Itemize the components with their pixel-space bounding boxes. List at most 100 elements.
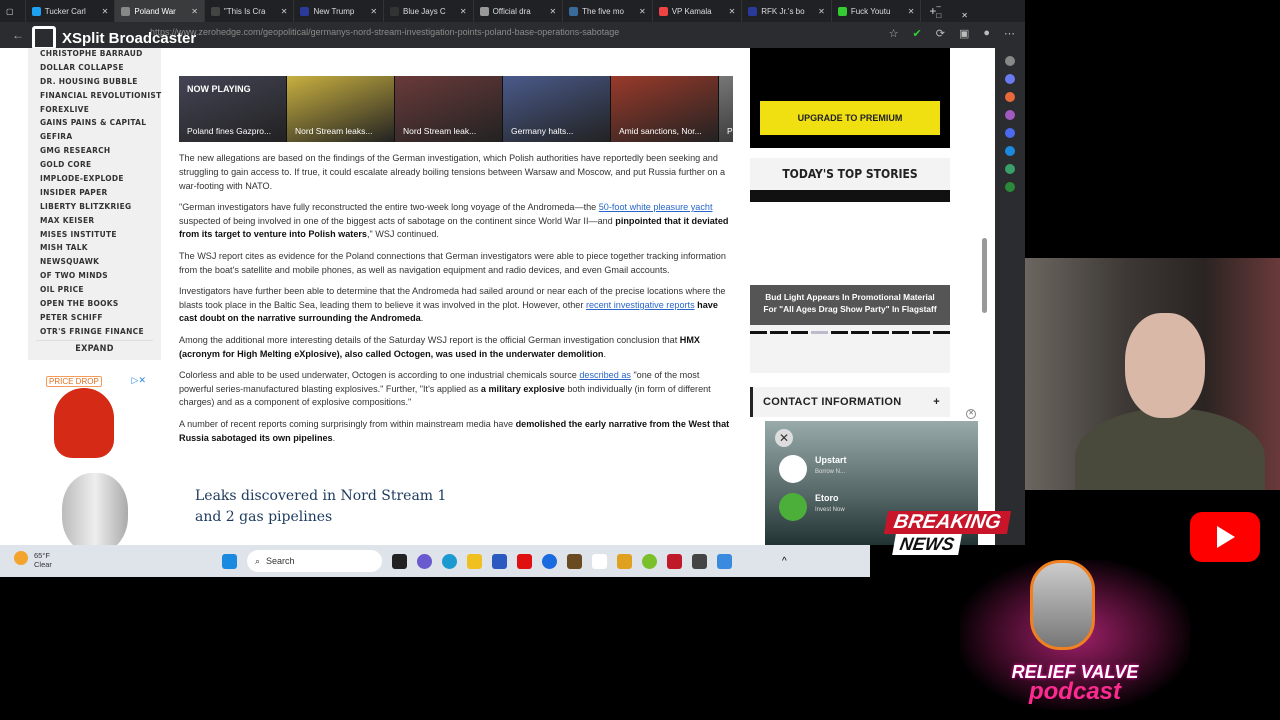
yacht-link[interactable]: 50-foot white pleasure yacht bbox=[599, 202, 713, 212]
edge-icon[interactable] bbox=[442, 553, 457, 569]
w-app-icon[interactable] bbox=[642, 553, 657, 569]
popup-dismiss-icon[interactable]: ✕ bbox=[966, 409, 976, 419]
close-tab-icon[interactable]: ✕ bbox=[370, 7, 377, 16]
back-icon[interactable]: ← bbox=[12, 28, 24, 42]
slide-dot[interactable] bbox=[892, 331, 910, 334]
slide-dot[interactable] bbox=[790, 331, 808, 334]
xsplit-icon[interactable] bbox=[717, 553, 732, 569]
collections-icon[interactable]: ▣ bbox=[959, 27, 969, 40]
video-thumbnail[interactable]: Po bbox=[719, 76, 733, 142]
close-tab-icon[interactable]: ✕ bbox=[729, 7, 736, 16]
sidebar-link[interactable]: OF TWO MINDS bbox=[28, 270, 161, 284]
expand-icon[interactable]: + bbox=[933, 396, 940, 408]
sidebar-link[interactable]: MISES INSTITUTE bbox=[28, 229, 161, 243]
video-thumbnail[interactable]: Nord Stream leak... bbox=[395, 76, 502, 142]
refresh-icon[interactable]: ⟳ bbox=[936, 27, 945, 40]
upgrade-button[interactable]: UPGRADE TO PREMIUM bbox=[760, 101, 940, 135]
sidebar-link[interactable]: OPEN THE BOOKS bbox=[28, 298, 161, 312]
new-tab-icon[interactable]: + bbox=[929, 4, 936, 18]
ups-icon[interactable] bbox=[567, 553, 582, 569]
popup-item[interactable]: Upstart Borrow N... bbox=[815, 455, 847, 475]
outlook-icon[interactable] bbox=[1005, 146, 1015, 156]
sidebar-link[interactable]: OTR'S FRINGE FINANCE bbox=[28, 326, 161, 340]
browser-tab[interactable]: Official dra ✕ bbox=[474, 0, 564, 22]
browser-tab[interactable]: The five mo ✕ bbox=[563, 0, 653, 22]
story-slide[interactable]: Bud Light Appears In Promotional Materia… bbox=[750, 190, 950, 325]
sidebar-link[interactable]: GAINS PAINS & CAPITAL bbox=[28, 117, 161, 131]
tree-icon[interactable] bbox=[1005, 182, 1015, 192]
scrollbar[interactable] bbox=[982, 238, 987, 313]
facebook-icon[interactable] bbox=[542, 553, 557, 569]
start-icon[interactable] bbox=[222, 553, 237, 569]
taskbar-search[interactable]: ⌕ Search bbox=[247, 550, 382, 572]
close-tab-icon[interactable]: ✕ bbox=[460, 7, 467, 16]
close-tab-icon[interactable]: ✕ bbox=[818, 7, 825, 16]
mcafee-icon[interactable] bbox=[667, 553, 682, 569]
more-icon[interactable]: ⋯ bbox=[1004, 27, 1015, 40]
slide-dot[interactable] bbox=[851, 331, 869, 334]
video-thumbnail[interactable]: Nord Stream leaks... bbox=[287, 76, 394, 142]
sidebar-link[interactable]: PETER SCHIFF bbox=[28, 312, 161, 326]
contact-information[interactable]: CONTACT INFORMATION + bbox=[750, 387, 950, 417]
browser-tab[interactable]: VP Kamala ✕ bbox=[653, 0, 743, 22]
sidebar-link[interactable]: CHRISTOPHE BARRAUD bbox=[28, 48, 161, 62]
discover-icon[interactable] bbox=[1005, 74, 1015, 84]
video-carousel[interactable]: NOW PLAYING Poland fines Gazpro... Nord St… bbox=[179, 76, 733, 142]
close-tab-icon[interactable]: ✕ bbox=[281, 7, 288, 16]
extension-icon[interactable]: ✔ bbox=[913, 27, 922, 40]
browser-tab[interactable]: Poland War ✕ bbox=[115, 0, 205, 22]
browser-tab[interactable]: Blue Jays C ✕ bbox=[384, 0, 474, 22]
games-icon[interactable] bbox=[1005, 110, 1015, 120]
sidebar-link[interactable]: MISH TALK bbox=[28, 242, 161, 256]
chat-icon[interactable] bbox=[417, 553, 432, 569]
close-tab-icon[interactable]: ✕ bbox=[191, 7, 198, 16]
slide-dot[interactable] bbox=[750, 331, 768, 334]
sidebar-link[interactable]: FOREXLIVE bbox=[28, 104, 161, 118]
video-thumbnail[interactable]: Amid sanctions, Nor... bbox=[611, 76, 718, 142]
sidebar-link[interactable]: NEWSQUAWK bbox=[28, 256, 161, 270]
slide-dot[interactable] bbox=[770, 331, 788, 334]
sidebar-link[interactable]: GOLD CORE bbox=[28, 159, 161, 173]
slide-dot[interactable] bbox=[932, 331, 950, 334]
expand-button[interactable]: EXPAND bbox=[36, 339, 153, 354]
window-controls[interactable]: –□✕ bbox=[936, 2, 1011, 20]
close-tab-icon[interactable]: ✕ bbox=[102, 7, 109, 16]
sidebar-link[interactable]: OIL PRICE bbox=[28, 284, 161, 298]
popup-item[interactable]: Etoro Invest Now bbox=[815, 493, 845, 513]
video-thumbnail[interactable]: NOW PLAYING Poland fines Gazpro... bbox=[179, 76, 286, 142]
amazon-icon[interactable] bbox=[592, 553, 607, 569]
sidebar-link[interactable]: LIBERTY BLITZKRIEG bbox=[28, 201, 161, 215]
tray-chevron-icon[interactable]: ^ bbox=[782, 556, 787, 567]
advertisement[interactable]: PRICE DROP ▷✕ bbox=[44, 373, 148, 545]
sidebar-link[interactable]: FINANCIAL REVOLUTIONIST bbox=[28, 90, 161, 104]
slide-dot[interactable] bbox=[871, 331, 890, 334]
story-caption[interactable]: Bud Light Appears In Promotional Materia… bbox=[750, 285, 950, 325]
weather-widget[interactable]: 65°F Clear bbox=[14, 551, 52, 569]
browser-tab[interactable]: New Trump ✕ bbox=[294, 0, 385, 22]
sidebar-link[interactable]: DOLLAR COLLAPSE bbox=[28, 62, 161, 76]
slide-dots[interactable] bbox=[750, 325, 950, 340]
browser-tab[interactable]: Fuck Youtu ✕ bbox=[832, 0, 922, 22]
file-explorer-icon[interactable] bbox=[467, 553, 482, 569]
browser-tab[interactable]: RFK Jr.'s bo ✕ bbox=[742, 0, 832, 22]
tab-actions-icon[interactable]: ▢ bbox=[0, 0, 26, 22]
described-link[interactable]: described as bbox=[579, 370, 631, 380]
profile-icon[interactable]: ● bbox=[983, 27, 990, 40]
close-tab-icon[interactable]: ✕ bbox=[908, 7, 915, 16]
favorite-icon[interactable]: ☆ bbox=[889, 27, 899, 40]
slide-dot[interactable] bbox=[810, 331, 829, 334]
sidebar-link[interactable]: GEFIRA bbox=[28, 131, 161, 145]
video-thumbnail[interactable]: Germany halts... bbox=[503, 76, 610, 142]
sidebar-link[interactable]: INSIDER PAPER bbox=[28, 187, 161, 201]
close-tab-icon[interactable]: ✕ bbox=[639, 7, 646, 16]
task-view-icon[interactable] bbox=[392, 553, 407, 569]
sidebar-link[interactable]: IMPLODE-EXPLODE bbox=[28, 173, 161, 187]
search-icon[interactable] bbox=[1005, 56, 1015, 66]
sidebar-link[interactable]: MAX KEISER bbox=[28, 215, 161, 229]
slide-dot[interactable] bbox=[831, 331, 849, 334]
drop-icon[interactable] bbox=[1005, 164, 1015, 174]
browser-tab[interactable]: Tucker Carl ✕ bbox=[26, 0, 116, 22]
office-icon[interactable] bbox=[1005, 128, 1015, 138]
ad-close-icon[interactable]: ▷✕ bbox=[132, 375, 146, 386]
store-icon[interactable] bbox=[492, 553, 507, 569]
